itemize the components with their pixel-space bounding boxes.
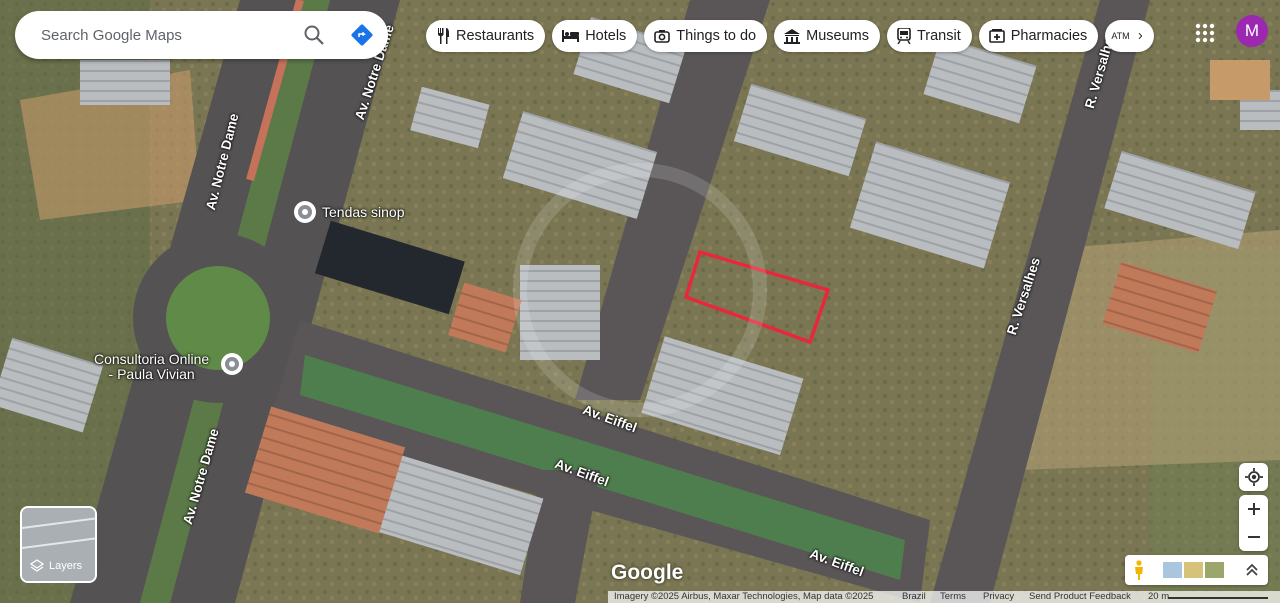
chip-things-to-do-label: Things to do (676, 28, 757, 44)
poi-label-consultoria-line2: - Paula Vivian (108, 366, 195, 382)
terms-link[interactable]: Terms (940, 591, 966, 603)
scale-bar (1168, 597, 1268, 599)
train-icon (897, 28, 911, 44)
imagery-thumbnail-2[interactable] (1184, 562, 1203, 578)
chip-restaurants-label: Restaurants (456, 28, 535, 44)
scale-label[interactable]: 20 m (1148, 591, 1169, 603)
poi-marker-tendas[interactable] (294, 201, 316, 223)
chip-things-to-do[interactable]: Things to do (644, 20, 768, 52)
chip-transit-label: Transit (916, 28, 961, 44)
chip-restaurants[interactable]: Restaurants (426, 20, 546, 52)
zoom-controls (1239, 495, 1268, 551)
imagery-thumbnail-1[interactable] (1163, 562, 1182, 578)
privacy-link[interactable]: Privacy (983, 591, 1014, 603)
search-box (15, 11, 388, 59)
directions-icon[interactable] (350, 23, 374, 47)
feedback-link[interactable]: Send Product Feedback (1029, 591, 1131, 603)
poi-marker-consultoria[interactable] (221, 353, 243, 375)
pharmacy-icon (988, 29, 1005, 43)
layers-button[interactable]: Layers (20, 506, 97, 583)
zoom-out-icon[interactable] (1239, 523, 1268, 551)
pegman-icon[interactable] (1133, 560, 1145, 580)
my-location-icon[interactable] (1239, 463, 1268, 491)
layers-icon (30, 559, 44, 572)
museum-icon (784, 28, 801, 44)
poi-label-consultoria-line1: Consultoria Online (94, 351, 210, 367)
chevron-up-icon[interactable] (1245, 563, 1259, 577)
imagery-credit: Imagery ©2025 Airbus, Maxar Technologies… (614, 591, 874, 602)
bed-icon (562, 30, 580, 42)
imagery-thumbnail-3[interactable] (1205, 562, 1224, 578)
poi-label-tendas[interactable]: Tendas sinop (322, 205, 405, 220)
zoom-in-icon[interactable] (1239, 495, 1268, 523)
camera-icon (654, 30, 671, 43)
google-logo: Google (611, 561, 684, 584)
account-avatar[interactable]: M (1236, 15, 1268, 47)
chip-museums-label: Museums (806, 28, 869, 44)
chip-atms[interactable]: ATM (1105, 20, 1155, 52)
chip-pharmacies[interactable]: Pharmacies (978, 20, 1099, 52)
country-link[interactable]: Brazil (902, 591, 926, 603)
chip-museums[interactable]: Museums (774, 20, 880, 52)
chip-transit[interactable]: Transit (886, 20, 972, 52)
chevron-right-icon[interactable] (1138, 29, 1143, 43)
poi-label-consultoria[interactable]: Consultoria Online - Paula Vivian (94, 352, 209, 382)
apps-grid-icon[interactable] (1194, 22, 1216, 44)
fork-knife-icon (438, 28, 449, 44)
layers-label: Layers (49, 560, 83, 572)
chip-atms-label: ATM (1111, 31, 1130, 41)
chip-hotels[interactable]: Hotels (552, 20, 638, 52)
my-location-control (1239, 463, 1268, 491)
attribution-bar: Imagery ©2025 Airbus, Maxar Technologies… (608, 591, 1280, 603)
search-icon[interactable] (302, 23, 326, 47)
category-chips: Restaurants Hotels Things to do Museums … (426, 20, 1155, 52)
bottom-controls-strip (1125, 555, 1268, 585)
chip-hotels-label: Hotels (585, 28, 627, 44)
search-input[interactable] (39, 25, 293, 45)
chip-pharmacies-label: Pharmacies (1010, 28, 1088, 44)
